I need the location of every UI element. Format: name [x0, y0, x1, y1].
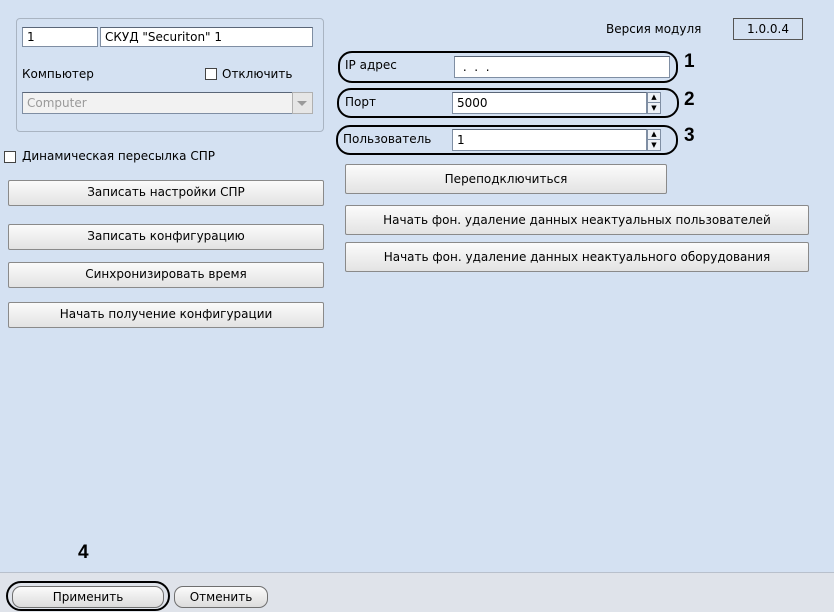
delete-inactive-equipment-button[interactable]: Начать фон. удаление данных неактуальног…	[345, 242, 809, 272]
disable-checkbox[interactable]	[205, 68, 217, 80]
disable-label: Отключить	[222, 67, 293, 81]
dynamic-forwarding-checkbox[interactable]	[4, 151, 16, 163]
dynamic-forwarding-label: Динамическая пересылка СПР	[22, 149, 215, 163]
cancel-button[interactable]: Отменить	[174, 586, 268, 608]
reconnect-button[interactable]: Переподключиться	[345, 164, 667, 194]
callout-number-1: 1	[684, 51, 695, 72]
computer-dropdown-button[interactable]	[292, 92, 313, 114]
module-version-field: 1.0.0.4	[733, 18, 803, 40]
write-configuration-button[interactable]: Записать конфигурацию	[8, 224, 324, 250]
computer-select[interactable]: Computer	[22, 92, 294, 114]
object-name-field[interactable]: СКУД "Securiton" 1	[100, 27, 313, 47]
sync-time-button[interactable]: Синхронизировать время	[8, 262, 324, 288]
write-spr-settings-button[interactable]: Записать настройки СПР	[8, 180, 324, 206]
callout-number-3: 3	[684, 125, 695, 146]
chevron-down-icon	[297, 101, 307, 106]
callout-oval-ip	[338, 51, 678, 83]
callout-oval-user	[336, 125, 678, 155]
start-get-configuration-button[interactable]: Начать получение конфигурации	[8, 302, 324, 328]
callout-number-4: 4	[78, 542, 89, 563]
object-id-field[interactable]: 1	[22, 27, 98, 47]
callout-number-2: 2	[684, 89, 695, 110]
delete-inactive-users-button[interactable]: Начать фон. удаление данных неактуальных…	[345, 205, 809, 235]
module-version-label: Версия модуля	[606, 22, 702, 36]
computer-label: Компьютер	[22, 67, 94, 81]
callout-oval-port	[337, 88, 679, 118]
callout-oval-apply	[6, 581, 170, 611]
